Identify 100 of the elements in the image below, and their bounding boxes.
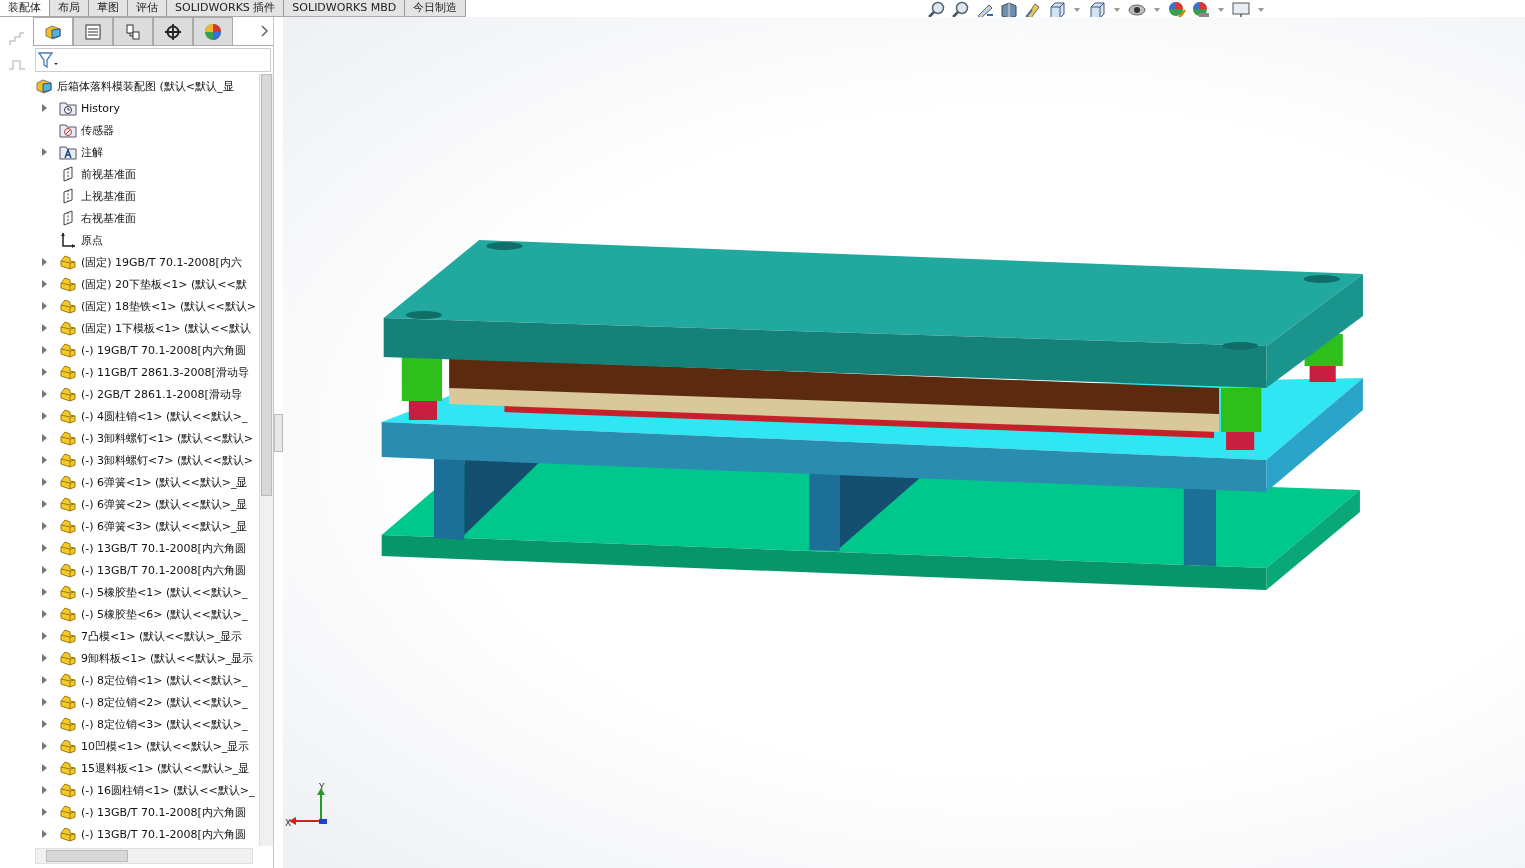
tree-item[interactable]: (-) 13GB/T 70.1-2008[内六角圆 [81,562,246,578]
command-tab[interactable]: 布局 [50,0,89,16]
expand-arrow-icon[interactable] [41,566,47,574]
command-tab[interactable]: SOLIDWORKS 插件 [167,0,285,16]
tree-item[interactable]: (固定) 19GB/T 70.1-2008[内六 [81,254,242,270]
tree-item[interactable]: (-) 11GB/T 2861.3-2008[滑动导 [81,364,249,380]
tree-item[interactable]: 传感器 [81,122,114,138]
part-icon [59,386,77,402]
scrollbar-thumb[interactable] [261,74,272,496]
expand-arrow-icon[interactable] [41,764,47,772]
tree-item[interactable]: 7凸模<1> (默认<<默认>_显示 [81,628,243,644]
tree-item[interactable]: 原点 [81,232,103,248]
dropdown-caret-icon[interactable] [1218,8,1224,12]
expand-arrow-icon[interactable] [41,456,47,464]
expand-arrow-icon[interactable] [41,610,47,618]
tree-item[interactable]: 10凹模<1> (默认<<默认>_显示 [81,738,250,754]
expand-arrow-icon[interactable] [41,148,47,156]
feature-tree-tab[interactable] [33,17,73,45]
part-icon [59,452,77,468]
expand-arrow-icon[interactable] [41,412,47,420]
expand-arrow-icon[interactable] [41,500,47,508]
tree-item[interactable]: 15退料板<1> (默认<<默认>_显 [81,760,250,776]
expand-arrow-icon[interactable] [41,478,47,486]
vertical-scrollbar[interactable] [259,74,273,846]
expand-arrow-icon[interactable] [41,786,47,794]
tree-item[interactable]: 右视基准面 [81,210,136,226]
tree-item[interactable]: (-) 2GB/T 2861.1-2008[滑动导 [81,386,242,402]
expand-arrow-icon[interactable] [41,654,47,662]
tree-item[interactable]: 前视基准面 [81,166,136,182]
part-icon [59,408,77,424]
tree-item[interactable]: (-) 8定位销<1> (默认<<默认>_ [81,672,248,688]
tree-item[interactable]: (-) 6弹簧<3> (默认<<默认>_显 [81,518,248,534]
tree-item[interactable]: (-) 6弹簧<2> (默认<<默认>_显 [81,496,248,512]
filter-field[interactable] [35,48,271,72]
scene-icon[interactable] [1191,1,1211,19]
part-icon [59,606,77,622]
tree-item[interactable]: (-) 19GB/T 70.1-2008[内六角圆 [81,342,246,358]
tree-item[interactable]: (-) 16圆柱销<1> (默认<<默认>_ [81,782,255,798]
expand-arrow-icon[interactable] [41,676,47,684]
hide-show-icon[interactable] [1127,1,1147,19]
expand-arrow-icon[interactable] [41,346,47,354]
tree-item[interactable]: (-) 5橡胶垫<6> (默认<<默认>_ [81,606,248,622]
dropdown-caret-icon[interactable] [1074,8,1080,12]
scrollbar-thumb[interactable] [46,850,128,862]
tree-item[interactable]: (-) 13GB/T 70.1-2008[内六角圆 [81,826,246,842]
tree-item[interactable]: (-) 6弹簧<1> (默认<<默认>_显 [81,474,248,490]
part-icon [59,430,77,446]
tree-item[interactable]: (-) 13GB/T 70.1-2008[内六角圆 [81,540,246,556]
expand-arrow-icon[interactable] [41,390,47,398]
dimxpert-tab[interactable] [153,17,193,45]
horizontal-scrollbar[interactable] [35,848,253,864]
dropdown-caret-icon[interactable] [1258,8,1264,12]
command-tab[interactable]: SOLIDWORKS MBD [284,0,406,16]
expand-arrow-icon[interactable] [41,588,47,596]
expand-arrow-icon[interactable] [41,324,47,332]
tree-item[interactable]: (-) 3卸料螺钉<7> (默认<<默认> [81,452,253,468]
tree-item[interactable]: (-) 3卸料螺钉<1> (默认<<默认> [81,430,253,446]
chevron-right-icon[interactable] [261,25,269,37]
panel-collapse-handle[interactable] [274,413,283,452]
expand-arrow-icon[interactable] [41,434,47,442]
property-tab[interactable] [73,17,113,45]
command-tab[interactable]: 草图 [89,0,128,16]
tree-item[interactable]: (-) 4圆柱销<1> (默认<<默认>_ [81,408,248,424]
command-tab[interactable]: 今日制造 [405,0,467,16]
tree-item[interactable]: (固定) 18垫铁<1> (默认<<默认> [81,298,256,314]
expand-arrow-icon[interactable] [41,280,47,288]
tree-item[interactable]: (-) 8定位销<2> (默认<<默认>_ [81,694,248,710]
part-icon [59,562,77,578]
dropdown-caret-icon[interactable] [1114,8,1120,12]
tree-item[interactable]: 注解 [81,144,103,160]
tree-item[interactable]: (-) 5橡胶垫<1> (默认<<默认>_ [81,584,248,600]
expand-arrow-icon[interactable] [41,830,47,838]
history-folder-icon [59,100,77,116]
tree-item[interactable]: (固定) 1下模板<1> (默认<<默认 [81,320,251,336]
zoom-area-icon[interactable] [951,1,971,19]
expand-arrow-icon[interactable] [41,104,47,112]
tree-item[interactable]: 9卸料板<1> (默认<<默认>_显示 [81,650,254,666]
tree-item[interactable]: 上视基准面 [81,188,136,204]
expand-arrow-icon[interactable] [41,720,47,728]
zoom-fit-icon[interactable] [927,1,947,19]
expand-arrow-icon[interactable] [41,368,47,376]
command-tab[interactable]: 装配体 [0,0,50,16]
expand-arrow-icon[interactable] [41,808,47,816]
expand-arrow-icon[interactable] [41,302,47,310]
tree-item[interactable]: 后箱体落料模装配图 (默认<默认_显 [57,78,234,94]
dropdown-caret-icon[interactable] [1154,8,1160,12]
expand-arrow-icon[interactable] [41,258,47,266]
tree-item[interactable]: (-) 13GB/T 70.1-2008[内六角圆 [81,804,246,820]
command-tab[interactable]: 评估 [128,0,167,16]
part-icon [59,650,77,666]
expand-arrow-icon[interactable] [41,632,47,640]
tree-item[interactable]: History [81,101,121,115]
display-settings-icon[interactable] [1231,1,1251,19]
configuration-tab[interactable] [113,17,153,45]
expand-arrow-icon[interactable] [41,742,47,750]
expand-arrow-icon[interactable] [41,522,47,530]
expand-arrow-icon[interactable] [41,698,47,706]
expand-arrow-icon[interactable] [41,544,47,552]
tree-item[interactable]: (-) 8定位销<3> (默认<<默认>_ [81,716,248,732]
tree-item[interactable]: (固定) 20下垫板<1> (默认<<默 [81,276,247,292]
